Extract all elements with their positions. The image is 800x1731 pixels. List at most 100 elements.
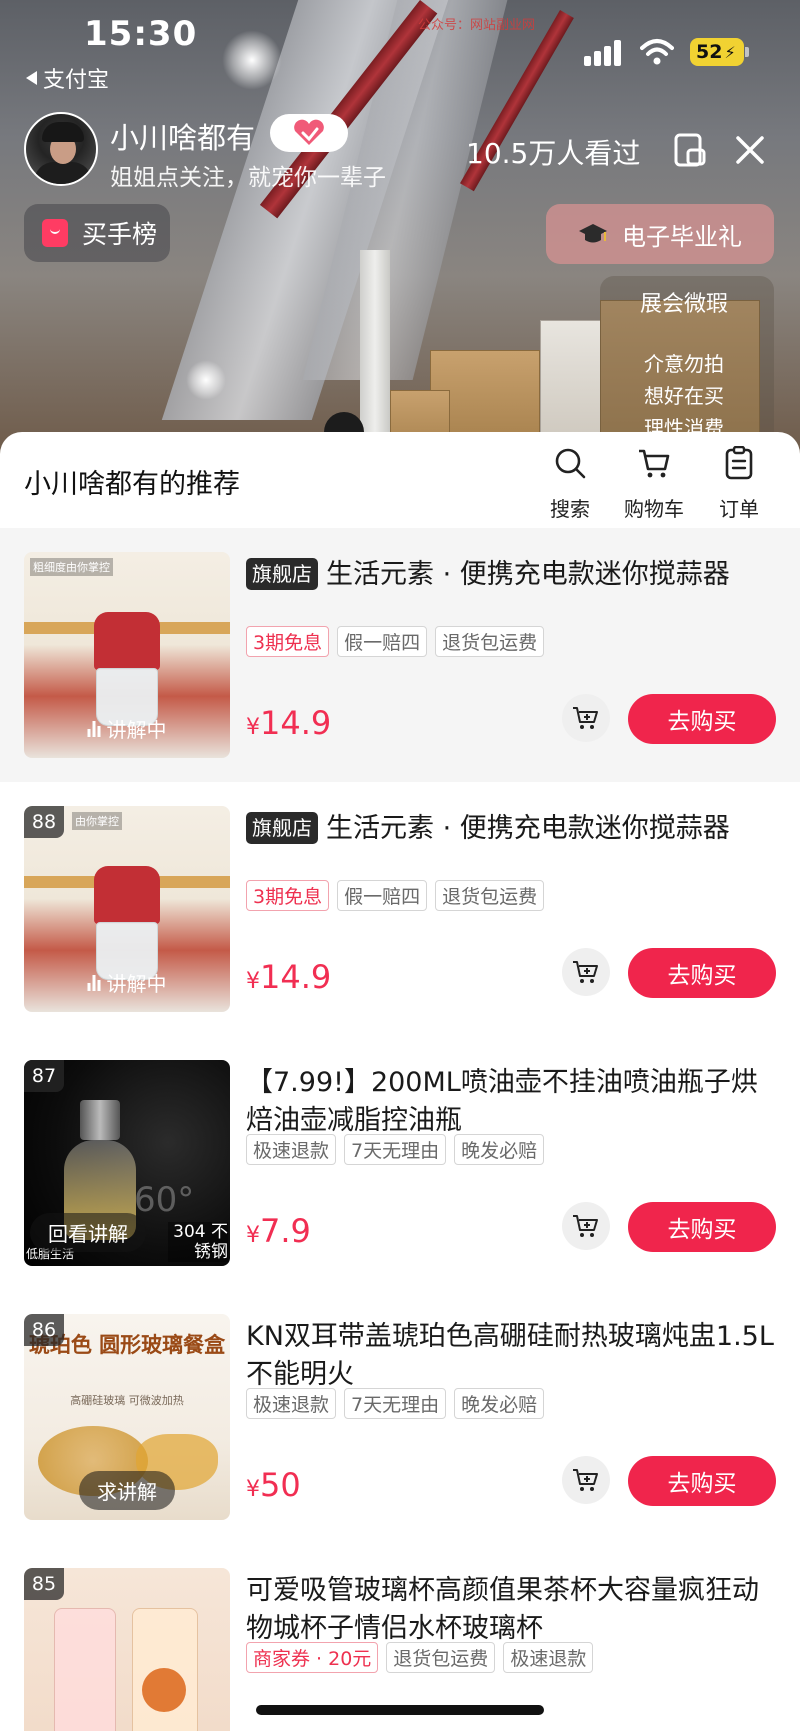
price-value: 7.9 <box>260 1212 311 1250</box>
buyer-ranking-label: 买手榜 <box>82 220 158 249</box>
tag: 极速退款 <box>246 1134 337 1165</box>
add-cart-icon <box>573 961 598 983</box>
tag: 退货包运费 <box>435 626 545 657</box>
product-card[interactable]: 琥珀色 圆形玻璃餐盒 高硼硅玻璃 可微波加热 86 求讲解 KN双耳带盖琥珀色高… <box>0 1290 800 1544</box>
follow-button[interactable] <box>270 114 348 152</box>
notice-panel: 展会微瑕 介意勿拍 想好在买 理性消费 <box>600 276 774 452</box>
rank-badge: 86 <box>24 1314 64 1346</box>
product-card[interactable]: 由你掌控 88 讲解中 旗舰店 生活元素 · 便携充电款迷你搅蒜器 3期免息 假一… <box>0 782 800 1036</box>
buy-button[interactable]: 去购买 <box>628 948 776 998</box>
price-value: 14.9 <box>260 958 332 996</box>
status-time: 15:30 <box>84 14 198 54</box>
product-thumbnail[interactable]: 粗细度由你掌控 讲解中 <box>24 552 230 758</box>
price-symbol: ¥ <box>246 969 260 994</box>
buy-button[interactable]: 去购买 <box>628 1202 776 1252</box>
battery-indicator: 52 ⚡ <box>690 38 744 66</box>
cellular-signal-icon <box>584 40 626 66</box>
tag: 极速退款 <box>503 1642 594 1673</box>
recommend-sheet: 小川啥都有的推荐 搜索 购物车 订单 粗细度由你掌控 讲解中 旗舰店 生活元素 … <box>0 432 800 1731</box>
orders-button[interactable]: 订单 <box>704 445 774 522</box>
add-to-cart-button[interactable] <box>562 1202 610 1250</box>
close-icon[interactable] <box>733 133 767 167</box>
viewer-count: 10.5万人看过 <box>466 137 641 170</box>
mini-window-icon[interactable] <box>672 132 708 168</box>
thumb-caption: 粗细度由你掌控 <box>30 558 113 576</box>
thumb-sticker: 304 不锈钢 <box>168 1222 228 1262</box>
rank-badge: 85 <box>24 1568 64 1600</box>
product-title: 可爱吸管玻璃杯高颜值果茶杯大容量疯狂动物城杯子情侣水杯玻璃杯 <box>246 1575 759 1644</box>
sheet-title: 小川啥都有的推荐 <box>24 469 240 500</box>
tag: 晚发必赔 <box>454 1388 545 1419</box>
overlay-label: 讲解中 <box>106 972 167 996</box>
add-to-cart-button[interactable] <box>562 1456 610 1504</box>
host-subtitle: 姐姐点关注，就宠你一辈子 <box>110 165 386 191</box>
product-card[interactable]: 60° 87 低脂生活 回看讲解 304 不锈钢 【7.99!】200ML喷油壶… <box>0 1036 800 1290</box>
product-title: 【7.99!】200ML喷油壶不挂油喷油瓶子烘焙油壶减脂控油瓶 <box>246 1067 758 1136</box>
product-card[interactable]: 85 可爱吸管玻璃杯高颜值果茶杯大容量疯狂动物城杯子情侣水杯玻璃杯 商家券 · … <box>0 1544 800 1731</box>
tag: 晚发必赔 <box>454 1134 545 1165</box>
graduation-gift-button[interactable]: 电子毕业礼 <box>546 204 774 264</box>
overlay-label: 讲解中 <box>106 718 167 742</box>
cart-label: 购物车 <box>624 497 684 521</box>
notice-line: 想好在买 <box>644 384 724 408</box>
request-explain-badge[interactable]: 求讲解 <box>79 1471 175 1510</box>
back-to-app-button[interactable]: 支付宝 <box>26 62 109 94</box>
product-tags: 极速退款 7天无理由 晚发必赔 <box>246 1134 545 1165</box>
product-thumbnail[interactable]: 60° 87 低脂生活 回看讲解 304 不锈钢 <box>24 1060 230 1266</box>
price-value: 50 <box>260 1466 301 1504</box>
price-symbol: ¥ <box>246 715 260 740</box>
add-to-cart-button[interactable] <box>562 948 610 996</box>
price-symbol: ¥ <box>246 1477 260 1502</box>
search-icon <box>555 448 586 479</box>
product-title: 旗舰店 生活元素 · 便携充电款迷你搅蒜器 <box>246 556 776 594</box>
flagship-badge: 旗舰店 <box>246 558 318 590</box>
product-title-text: 生活元素 · 便携充电款迷你搅蒜器 <box>326 559 730 590</box>
notice-line: 介意勿拍 <box>644 352 724 376</box>
product-thumbnail[interactable]: 琥珀色 圆形玻璃餐盒 高硼硅玻璃 可微波加热 86 求讲解 <box>24 1314 230 1520</box>
product-tags: 商家券 · 20元 退货包运费 极速退款 <box>246 1642 594 1673</box>
graduation-cap-icon <box>579 224 607 243</box>
product-tags: 极速退款 7天无理由 晚发必赔 <box>246 1388 545 1419</box>
buy-button[interactable]: 去购买 <box>628 694 776 744</box>
cart-button[interactable]: 购物车 <box>619 446 689 522</box>
buyer-ranking-button[interactable]: 买手榜 <box>24 204 170 262</box>
product-price: ¥14.9 <box>246 704 331 742</box>
product-card[interactable]: 粗细度由你掌控 讲解中 旗舰店 生活元素 · 便携充电款迷你搅蒜器 3期免息 假一… <box>0 528 800 782</box>
tag: 假一赔四 <box>337 880 428 911</box>
product-price: ¥14.9 <box>246 958 331 996</box>
add-cart-icon <box>573 1469 598 1491</box>
tag: 3期免息 <box>246 626 330 657</box>
product-thumbnail[interactable]: 85 <box>24 1568 230 1731</box>
host-avatar[interactable] <box>24 112 98 186</box>
product-title: 旗舰店 生活元素 · 便携充电款迷你搅蒜器 <box>246 810 776 848</box>
product-title-text: 生活元素 · 便携充电款迷你搅蒜器 <box>326 813 730 844</box>
buy-button[interactable]: 去购买 <box>628 1456 776 1506</box>
product-price: ¥7.9 <box>246 1212 311 1250</box>
shopping-bag-icon <box>42 219 68 247</box>
replay-badge: 回看讲解 <box>30 1213 146 1252</box>
explaining-badge: 讲解中 <box>70 709 185 748</box>
product-thumbnail[interactable]: 由你掌控 88 讲解中 <box>24 806 230 1012</box>
rank-badge: 87 <box>24 1060 64 1092</box>
product-tags: 3期免息 假一赔四 退货包运费 <box>246 626 545 657</box>
watermark-text: 公众号：网站副业网 <box>418 18 536 33</box>
add-cart-icon <box>573 707 598 729</box>
host-name[interactable]: 小川啥都有 <box>110 115 255 157</box>
add-to-cart-button[interactable] <box>562 694 610 742</box>
back-arrow-icon <box>26 71 37 85</box>
product-tags: 3期免息 假一赔四 退货包运费 <box>246 880 545 911</box>
rank-badge: 88 <box>24 806 64 838</box>
orders-label: 订单 <box>719 497 759 521</box>
search-label: 搜索 <box>550 497 590 521</box>
search-button[interactable]: 搜索 <box>535 446 605 522</box>
add-cart-icon <box>573 1215 598 1237</box>
thumb-subcaption: 高硼硅玻璃 可微波加热 <box>70 1394 184 1407</box>
battery-cap <box>745 47 749 57</box>
flagship-badge: 旗舰店 <box>246 812 318 844</box>
cart-icon <box>639 449 670 478</box>
explaining-badge: 讲解中 <box>70 963 185 1002</box>
live-bars-icon <box>87 720 101 737</box>
home-indicator[interactable] <box>256 1705 544 1715</box>
price-value: 14.9 <box>260 704 332 742</box>
tag: 极速退款 <box>246 1388 337 1419</box>
